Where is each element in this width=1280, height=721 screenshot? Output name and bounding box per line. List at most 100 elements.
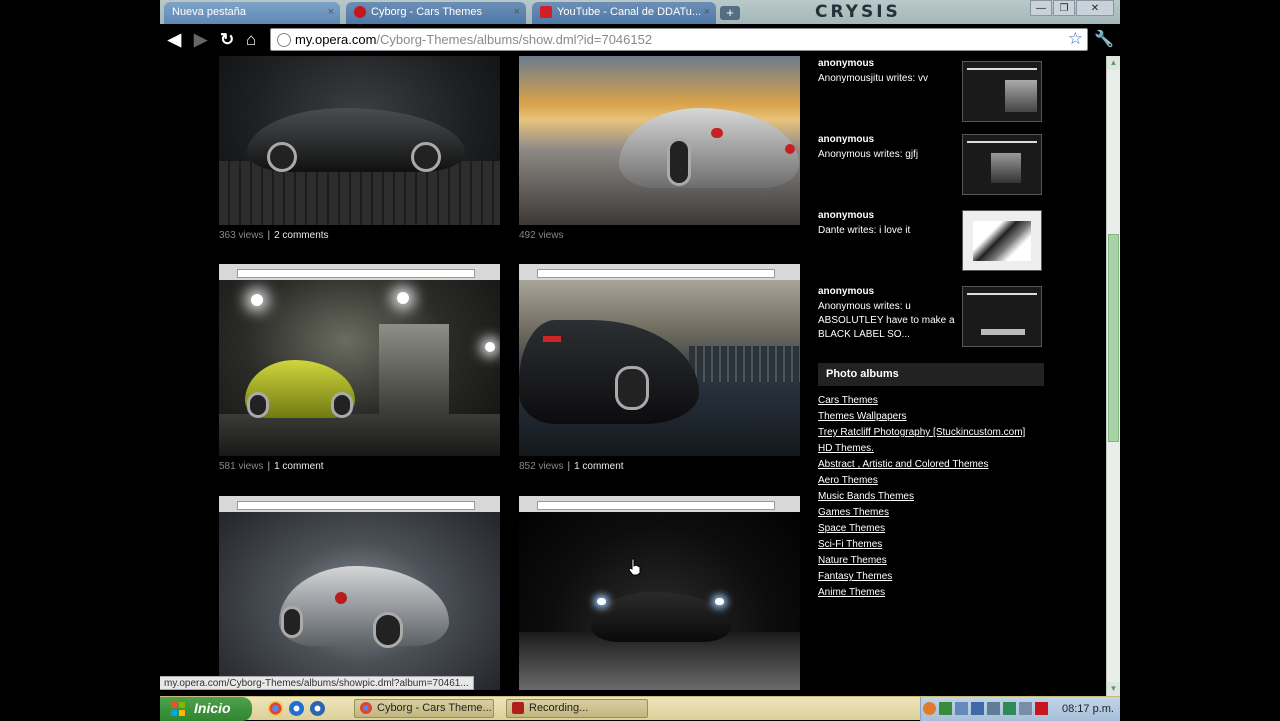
- forward-icon[interactable]: ▶: [194, 30, 207, 50]
- scrollbar-thumb[interactable]: [1108, 234, 1119, 442]
- comments-link[interactable]: 2 comments: [274, 230, 328, 241]
- comment-photo-thumbnail[interactable]: [962, 134, 1042, 195]
- media-quicklaunch-icon[interactable]: [310, 701, 325, 716]
- hand-cursor-icon: [628, 558, 641, 576]
- tray-app-icon[interactable]: [987, 702, 1000, 715]
- new-tab-button[interactable]: +: [720, 6, 740, 20]
- wrench-menu-icon[interactable]: 🔧: [1094, 29, 1114, 49]
- car-photo[interactable]: [519, 56, 800, 225]
- taskbar-button-label: Cyborg - Cars Theme...: [377, 702, 492, 714]
- comment-author[interactable]: anonymous: [818, 210, 874, 221]
- address-bar[interactable]: my.opera.com/Cyborg-Themes/albums/show.d…: [270, 28, 1088, 51]
- bookmark-star-icon[interactable]: ☆: [1068, 28, 1083, 49]
- tail-light: [335, 592, 347, 604]
- tab-new-tab[interactable]: Nueva pestaña ×: [164, 2, 340, 24]
- comment-photo-thumbnail[interactable]: [962, 286, 1042, 347]
- photo-albums-heading: Photo albums: [818, 363, 1044, 386]
- tray-app-icon[interactable]: [1035, 702, 1048, 715]
- album-link[interactable]: Aero Themes: [818, 474, 1025, 490]
- tab-close-icon[interactable]: ×: [704, 2, 710, 22]
- album-link[interactable]: Trey Ratcliff Photography [Stuckincustom…: [818, 426, 1025, 442]
- photo-thumbnail[interactable]: [219, 496, 500, 690]
- wheel: [667, 138, 691, 186]
- album-link[interactable]: Sci-Fi Themes: [818, 538, 1025, 554]
- views-count: 581 views: [219, 461, 264, 472]
- photo-meta: 581 views | 1 comment: [219, 461, 324, 472]
- album-link[interactable]: Fantasy Themes: [818, 570, 1025, 586]
- theme-preview-bar: [219, 496, 500, 512]
- thumb-image: [981, 329, 1025, 335]
- album-link[interactable]: HD Themes.: [818, 442, 1025, 458]
- scroll-down-icon[interactable]: ▼: [1107, 682, 1120, 696]
- ie-quicklaunch-icon[interactable]: [289, 701, 304, 716]
- album-link[interactable]: Music Bands Themes: [818, 490, 1025, 506]
- restore-button[interactable]: ❐: [1053, 0, 1075, 16]
- album-link[interactable]: Abstract , Artistic and Colored Themes: [818, 458, 1025, 474]
- photo-thumbnail[interactable]: [519, 56, 800, 225]
- car-photo[interactable]: [519, 496, 800, 690]
- home-icon[interactable]: ⌂: [246, 30, 256, 50]
- car-photo[interactable]: [219, 264, 500, 456]
- youtube-icon: [540, 6, 552, 19]
- tray-app-icon[interactable]: [939, 702, 952, 715]
- clock[interactable]: 08:17 p.m.: [1062, 697, 1114, 721]
- taskbar-button-recording[interactable]: Recording...: [506, 699, 648, 718]
- comment-author[interactable]: anonymous: [818, 286, 874, 297]
- reload-icon[interactable]: ↻: [220, 30, 234, 50]
- recorder-icon: [512, 702, 524, 714]
- back-icon[interactable]: ◀: [168, 30, 181, 50]
- tab-label: YouTube - Canal de DDATu...: [557, 6, 702, 18]
- theme-preview-bar: [219, 264, 500, 280]
- views-count: 492 views: [519, 230, 564, 241]
- comment-item[interactable]: anonymous Dante writes: i love it: [818, 210, 1044, 274]
- start-button[interactable]: Inicio: [160, 697, 252, 721]
- comments-link[interactable]: 1 comment: [274, 461, 323, 472]
- globe-icon: [277, 33, 291, 47]
- comment-item[interactable]: anonymous Anonymous writes: u ABSOLUTLEY…: [818, 286, 1044, 350]
- album-link[interactable]: Anime Themes: [818, 586, 1025, 602]
- comment-item[interactable]: anonymous Anonymous writes: gjfj: [818, 134, 1044, 198]
- taskbar-button-label: Recording...: [529, 702, 589, 714]
- status-bar-url: my.opera.com/Cyborg-Themes/albums/showpi…: [160, 676, 474, 690]
- light: [485, 342, 495, 352]
- car-photo[interactable]: [519, 264, 800, 456]
- photo-meta: 852 views | 1 comment: [519, 461, 624, 472]
- car-photo[interactable]: [219, 56, 500, 225]
- tab-close-icon[interactable]: ×: [514, 2, 520, 22]
- minimize-button[interactable]: —: [1030, 0, 1052, 16]
- tray-app-icon[interactable]: [955, 702, 968, 715]
- album-link[interactable]: Space Themes: [818, 522, 1025, 538]
- photo-thumbnail[interactable]: [219, 56, 500, 225]
- photo-thumbnail[interactable]: [219, 264, 500, 456]
- comments-link[interactable]: 1 comment: [574, 461, 623, 472]
- chrome-quicklaunch-icon[interactable]: [268, 701, 283, 716]
- tray-expand-icon[interactable]: [923, 702, 936, 715]
- tray-app-icon[interactable]: [1003, 702, 1016, 715]
- comment-photo-thumbnail[interactable]: [962, 61, 1042, 122]
- system-tray: 08:17 p.m.: [920, 697, 1120, 721]
- album-link[interactable]: Nature Themes: [818, 554, 1025, 570]
- close-window-button[interactable]: ✕: [1076, 0, 1114, 16]
- car-photo[interactable]: [219, 496, 500, 690]
- album-link[interactable]: Cars Themes: [818, 394, 1025, 410]
- tray-app-icon[interactable]: [971, 702, 984, 715]
- tray-app-icon[interactable]: [1019, 702, 1032, 715]
- tab-youtube[interactable]: YouTube - Canal de DDATu... ×: [532, 2, 716, 24]
- url-path: /Cyborg-Themes/albums/show.dml?id=704615…: [376, 32, 653, 47]
- thumb-image: [1005, 80, 1037, 112]
- comment-item[interactable]: anonymous Anonymousjitu writes: vv: [818, 58, 1044, 122]
- photo-thumbnail[interactable]: [519, 264, 800, 456]
- theme-preview-footer: [519, 680, 800, 690]
- tab-close-icon[interactable]: ×: [328, 2, 334, 22]
- comment-photo-thumbnail[interactable]: [962, 210, 1042, 271]
- photo-thumbnail[interactable]: [519, 496, 800, 690]
- album-link[interactable]: Themes Wallpapers: [818, 410, 1025, 426]
- album-link[interactable]: Games Themes: [818, 506, 1025, 522]
- comment-author[interactable]: anonymous: [818, 58, 874, 69]
- separator: |: [267, 461, 271, 472]
- scroll-up-icon[interactable]: ▲: [1107, 56, 1120, 70]
- comment-author[interactable]: anonymous: [818, 134, 874, 145]
- taskbar-button-chrome[interactable]: Cyborg - Cars Theme...: [354, 699, 494, 718]
- vertical-scrollbar[interactable]: ▲ ▼: [1106, 56, 1120, 696]
- tab-cyborg-cars[interactable]: Cyborg - Cars Themes ×: [346, 2, 526, 24]
